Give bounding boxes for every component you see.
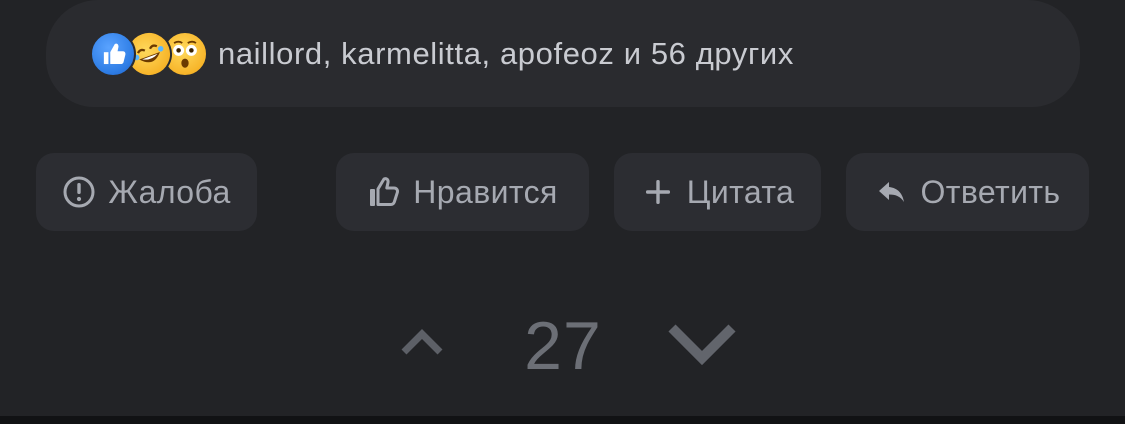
quote-button-label: Цитата (686, 173, 795, 210)
like-button[interactable]: Нравится (336, 153, 589, 231)
thumbs-up-icon (90, 30, 136, 77)
reply-arrow-icon (875, 175, 909, 209)
downvote-chevron-icon[interactable] (664, 318, 740, 370)
alert-circle-icon (62, 175, 96, 209)
upvote-chevron-icon[interactable] (396, 320, 448, 360)
reaction-icons (90, 24, 208, 83)
reactions-summary[interactable]: naillord, karmelitta, apofeoz и 56 други… (218, 36, 794, 72)
report-button[interactable]: Жалоба (36, 153, 257, 231)
quote-button[interactable]: Цитата (614, 153, 821, 231)
plus-icon (641, 175, 675, 209)
reactions-bar[interactable]: naillord, karmelitta, apofeoz и 56 други… (46, 0, 1080, 107)
post-footer: naillord, karmelitta, apofeoz и 56 други… (0, 0, 1125, 416)
vote-score: 27 (524, 308, 602, 384)
like-button-label: Нравится (413, 173, 558, 210)
reply-button[interactable]: Ответить (846, 153, 1089, 231)
bottom-divider (0, 416, 1125, 424)
thumbs-up-outline-icon (367, 175, 401, 209)
report-button-label: Жалоба (108, 173, 231, 210)
reply-button-label: Ответить (920, 173, 1061, 210)
